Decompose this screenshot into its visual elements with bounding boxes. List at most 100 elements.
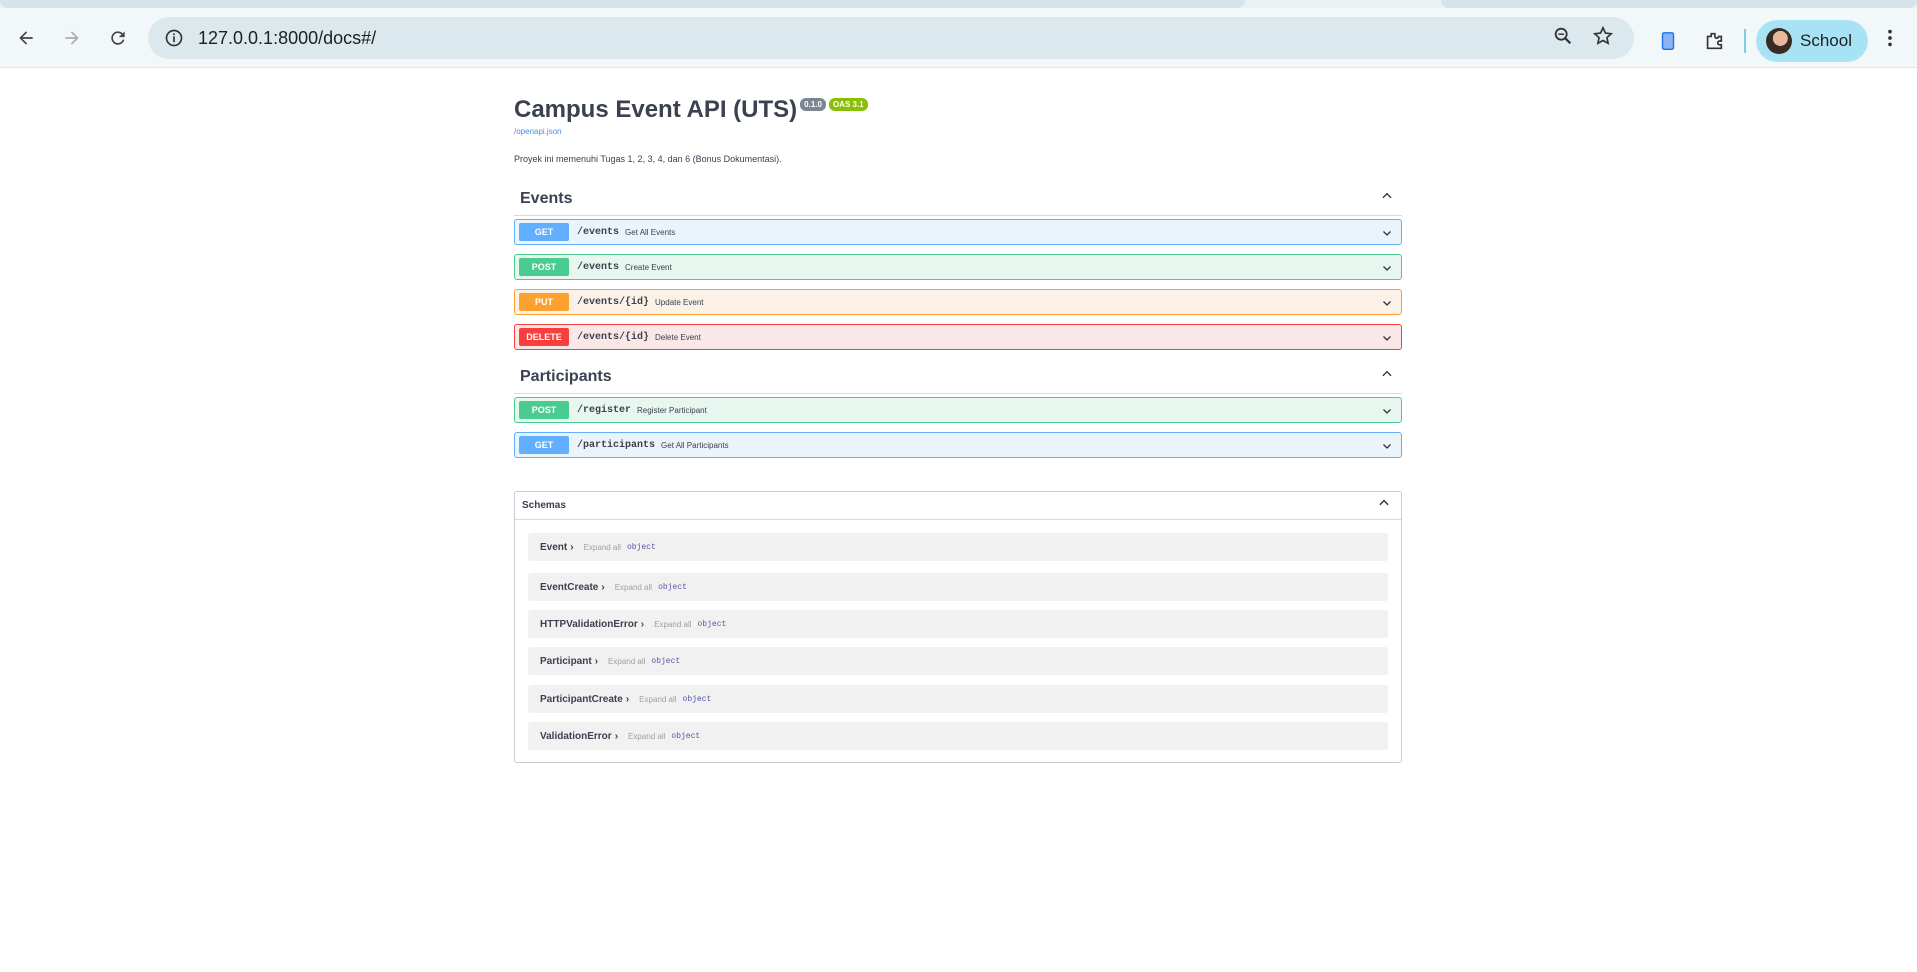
url-text[interactable]: 127.0.0.1:8000/docs#/	[198, 28, 376, 49]
phone-icon[interactable]	[1650, 23, 1686, 59]
model-type: object	[651, 656, 681, 666]
tag-section-events: Events GET/events Get All Events POST/event…	[514, 182, 1402, 350]
profile-button[interactable]: School	[1756, 20, 1868, 62]
chevron-down-icon[interactable]	[1381, 226, 1393, 244]
model-name[interactable]: HTTPValidationError	[540, 619, 638, 630]
info-header: Campus Event API (UTS) 0.1.0 OAS 3.1	[514, 96, 1402, 124]
chevron-down-icon[interactable]	[1381, 331, 1393, 349]
operation-path: /events	[577, 226, 620, 238]
avatar	[1766, 28, 1792, 54]
model-type: object	[626, 542, 656, 552]
profile-name: School	[1800, 31, 1852, 50]
operation-path: /events/{id}	[577, 331, 650, 343]
operation-summary: Get All Participants	[661, 440, 729, 450]
method-badge: GET	[519, 223, 569, 241]
browser-toolbar: 127.0.0.1:8000/docs#/ School	[0, 8, 1917, 68]
site-info-icon[interactable]	[164, 28, 184, 48]
schemas-title: Schemas	[522, 500, 566, 511]
expand-all-button[interactable]: Expand all	[628, 732, 665, 741]
operation-path: /events	[577, 261, 620, 273]
expand-all-button[interactable]: Expand all	[654, 620, 691, 629]
chevron-up-icon[interactable]	[1377, 496, 1391, 515]
oas-badge: OAS 3.1	[828, 98, 868, 111]
tag-name: Participants	[520, 367, 612, 385]
inactive-tab[interactable]	[1441, 0, 1917, 8]
schema-model-participant[interactable]: Participant › Expand all object	[528, 647, 1388, 675]
toolbar-divider	[1744, 29, 1746, 53]
operation-delete[interactable]: DELETE/events/{id} Delete Event	[514, 324, 1402, 350]
schema-model-event[interactable]: Event › Expand all object	[528, 533, 1388, 561]
expand-all-button[interactable]: Expand all	[615, 583, 652, 592]
chevron-down-icon[interactable]	[1381, 296, 1393, 314]
inactive-tab[interactable]	[0, 0, 1245, 8]
operation-path: /participants	[577, 439, 656, 451]
chevron-down-icon[interactable]	[1381, 439, 1393, 457]
operation-path: /events/{id}	[577, 296, 650, 308]
extensions-icon[interactable]	[1696, 23, 1732, 59]
kebab-menu-icon	[1888, 29, 1892, 47]
chevron-right-icon[interactable]: ›	[626, 694, 629, 705]
chevron-right-icon[interactable]: ›	[615, 731, 618, 742]
operation-summary: Create Event	[625, 262, 672, 272]
bookmark-star-icon[interactable]	[1592, 25, 1614, 47]
schema-model-httpvalidationerror[interactable]: HTTPValidationError › Expand all object	[528, 610, 1388, 638]
model-type: object	[671, 731, 701, 741]
model-type: object	[658, 582, 687, 592]
chevron-down-icon[interactable]	[1381, 404, 1393, 422]
operations-list: Events GET/events Get All Events POST/event…	[514, 182, 1402, 458]
model-name[interactable]: EventCreate	[540, 582, 598, 593]
version-badge: 0.1.0	[800, 98, 826, 111]
schemas-section: Schemas Event › Expand all object EventCreat…	[514, 491, 1402, 763]
forward-arrow-icon	[65, 30, 79, 45]
operation-get[interactable]: GET/events Get All Events	[514, 219, 1402, 245]
schema-model-eventcreate[interactable]: EventCreate › Expand all object	[528, 573, 1388, 601]
api-title: Campus Event API (UTS)	[514, 96, 798, 123]
tag-header-events[interactable]: Events	[514, 182, 1402, 216]
schemas-header[interactable]: Schemas	[515, 492, 1401, 520]
method-badge: PUT	[519, 293, 569, 311]
tag-header-participants[interactable]: Participants	[514, 360, 1402, 394]
chevron-up-icon[interactable]	[1380, 367, 1394, 386]
tag-name: Events	[520, 189, 573, 207]
model-name[interactable]: Event	[540, 542, 567, 553]
back-arrow-icon	[19, 30, 33, 45]
chevron-right-icon[interactable]: ›	[595, 656, 598, 667]
model-name[interactable]: ParticipantCreate	[540, 694, 623, 705]
method-badge: DELETE	[519, 328, 569, 346]
method-badge: POST	[519, 258, 569, 276]
schema-model-participantcreate[interactable]: ParticipantCreate › Expand all object	[528, 685, 1388, 713]
operation-summary: Update Event	[655, 297, 704, 307]
reload-icon	[111, 30, 125, 45]
chevron-right-icon[interactable]: ›	[570, 542, 573, 553]
chevron-up-icon[interactable]	[1380, 189, 1394, 208]
api-description: Proyek ini memenuhi Tugas 1, 2, 3, 4, da…	[514, 154, 782, 164]
chevron-down-icon[interactable]	[1381, 261, 1393, 279]
back-button[interactable]	[8, 20, 44, 56]
model-name[interactable]: ValidationError	[540, 731, 612, 742]
operation-summary: Delete Event	[655, 332, 701, 342]
model-name[interactable]: Participant	[540, 656, 592, 667]
chevron-right-icon[interactable]: ›	[641, 619, 644, 630]
forward-button[interactable]	[54, 20, 90, 56]
chevron-right-icon[interactable]: ›	[601, 582, 604, 593]
method-badge: GET	[519, 436, 569, 454]
reload-button[interactable]	[100, 20, 136, 56]
schema-model-validationerror[interactable]: ValidationError › Expand all object	[528, 722, 1388, 750]
operation-path: /register	[577, 404, 632, 416]
zoom-icon[interactable]	[1552, 25, 1574, 47]
operation-put[interactable]: PUT/events/{id} Update Event	[514, 289, 1402, 315]
swagger-content: Campus Event API (UTS) 0.1.0 OAS 3.1 /op…	[514, 96, 1402, 458]
expand-all-button[interactable]: Expand all	[584, 543, 621, 552]
expand-all-button[interactable]: Expand all	[608, 657, 645, 666]
browser-menu-button[interactable]	[1878, 20, 1902, 56]
expand-all-button[interactable]: Expand all	[639, 695, 676, 704]
operation-post[interactable]: POST/register Register Participant	[514, 397, 1402, 423]
address-bar[interactable]: 127.0.0.1:8000/docs#/	[148, 17, 1634, 59]
method-badge: POST	[519, 401, 569, 419]
operation-post[interactable]: POST/events Create Event	[514, 254, 1402, 280]
operation-get[interactable]: GET/participants Get All Participants	[514, 432, 1402, 458]
tag-section-participants: Participants POST/register Register Partic…	[514, 360, 1402, 458]
model-type: object	[682, 694, 712, 704]
tab-strip	[0, 0, 1917, 8]
openapi-json-link[interactable]: /openapi.json	[514, 127, 1402, 136]
